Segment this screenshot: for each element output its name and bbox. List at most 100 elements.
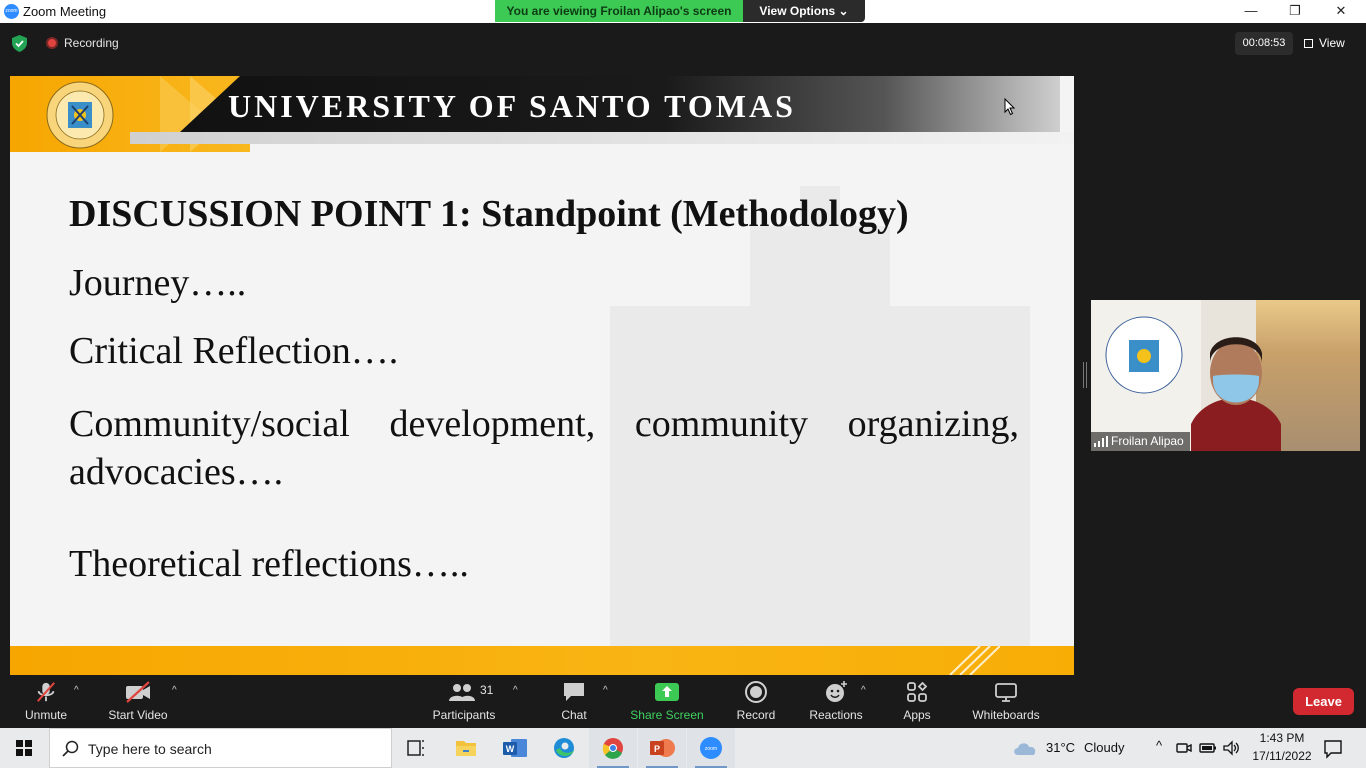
meeting-top-strip: Recording 00:08:53 View [0,23,1366,64]
record-label: Record [736,708,776,722]
slide-header-title: UNIVERSITY OF SANTO TOMAS [228,88,796,124]
view-button-label: View [1319,36,1345,50]
meeting-timer: 00:08:53 [1235,32,1293,55]
search-placeholder: Type here to search [88,741,212,757]
windows-start-icon[interactable] [0,728,48,768]
svg-text:W: W [506,744,515,754]
restore-button[interactable]: ❐ [1272,0,1318,23]
chat-button[interactable]: Chat [548,675,600,728]
share-screen-button[interactable]: Share Screen [628,675,706,728]
powerpoint-app[interactable]: P [638,728,686,768]
zoom-meeting-window: zoom Zoom Meeting You are viewing Froila… [0,0,1366,768]
close-button[interactable]: ✕ [1318,0,1364,23]
share-screen-label: Share Screen [630,708,704,722]
notifications-icon[interactable] [1322,737,1344,759]
muted-microphone-icon [37,682,55,702]
apps-icon [907,681,928,702]
slide-point: Critical Reflection…. [69,330,399,372]
taskbar-search-box[interactable]: Type here to search [49,728,392,768]
whiteboard-icon [995,683,1017,702]
window-title: Zoom Meeting [23,4,107,19]
recording-dot-icon [46,37,58,49]
view-options-button[interactable]: View Options ⌄ [743,0,865,22]
participant-video-tile[interactable]: Froilan Alipao [1091,300,1360,451]
clock-date[interactable]: 17/11/2022 [1250,749,1314,763]
weather-temperature[interactable]: 31°C [1046,740,1075,755]
task-view-icon[interactable] [392,728,440,768]
slide-header-banner: UNIVERSITY OF SANTO TOMAS [10,76,1074,152]
footer-stripes [949,646,1000,675]
video-off-icon [126,681,150,703]
ust-seal-background [1105,316,1183,394]
reactions-smiley-icon [826,681,847,702]
search-icon [62,740,79,757]
ust-seal-logo [46,81,114,149]
apps-label: Apps [903,708,931,722]
slide-heading: DISCUSSION POINT 1: Standpoint (Methodol… [69,193,909,235]
file-explorer-icon[interactable] [442,728,490,768]
start-video-label: Start Video [108,708,168,722]
record-button[interactable]: Record [730,675,782,728]
share-screen-icon [655,683,679,701]
zoom-app[interactable]: zoom [687,728,735,768]
participants-count: 31 [480,683,494,697]
video-options-caret[interactable]: ^ [172,685,177,696]
audio-options-caret[interactable]: ^ [74,685,79,696]
battery-icon[interactable] [1198,738,1218,758]
chrome-icon [602,738,623,759]
apps-button[interactable]: Apps [892,675,942,728]
powerpoint-icon: P [650,739,675,757]
zoom-icon: zoom [700,737,722,759]
chat-options-caret[interactable]: ^ [603,685,608,696]
chrome-app[interactable] [589,728,637,768]
svg-text:P: P [654,744,660,754]
mouse-cursor-icon [1004,98,1016,116]
panel-resize-handle[interactable] [1083,362,1087,388]
participant-avatar [1191,337,1281,451]
whiteboards-label: Whiteboards [972,708,1040,722]
recording-label[interactable]: Recording [64,36,119,50]
slide-point: Journey….. [69,262,247,304]
edge-browser-icon[interactable] [540,728,588,768]
participants-button[interactable]: 31 Participants [428,675,500,728]
word-icon[interactable]: W [491,728,539,768]
grid-view-icon [1304,39,1313,48]
volume-icon[interactable] [1221,738,1241,758]
whiteboards-button[interactable]: Whiteboards [966,675,1046,728]
chat-label: Chat [561,708,587,722]
slide-footer-band [10,646,1074,675]
record-icon [745,681,767,703]
zoom-app-icon: zoom [4,4,19,19]
chat-icon [564,683,584,701]
view-button[interactable]: View [1304,32,1360,55]
leave-button[interactable]: Leave [1293,688,1354,715]
svg-text:zoom: zoom [705,746,717,752]
windows-taskbar: Type here to search W P zoom 31°C Cloudy… [0,728,1366,768]
participant-name-label: Froilan Alipao [1091,432,1190,451]
header-grey-band [130,132,1074,144]
slide-point: Theoretical reflections….. [69,543,469,585]
reactions-options-caret[interactable]: ^ [861,685,866,696]
reactions-button[interactable]: Reactions [806,675,866,728]
encryption-shield-icon[interactable] [12,35,27,52]
participants-options-caret[interactable]: ^ [513,685,518,696]
viewing-screen-banner: You are viewing Froilan Alipao's screen [495,0,743,22]
participant-name: Froilan Alipao [1111,434,1184,448]
slide-point: Community/social development, community … [69,403,1019,493]
unmute-button[interactable]: Unmute [14,675,78,728]
tray-chevron-up-icon[interactable]: ^ [1150,738,1168,753]
reactions-label: Reactions [809,708,863,722]
start-video-button[interactable]: Start Video [104,675,172,728]
shared-screen-slide: UNIVERSITY OF SANTO TOMAS DISCUSSION POI… [10,76,1074,675]
signal-strength-icon [1094,436,1108,447]
weather-description[interactable]: Cloudy [1084,740,1124,755]
participants-label: Participants [432,708,496,722]
title-bar: zoom Zoom Meeting You are viewing Froila… [0,0,1366,23]
minimize-button[interactable]: — [1228,0,1274,23]
clock-time[interactable]: 1:43 PM [1250,731,1314,745]
unmute-label: Unmute [24,708,68,722]
participants-icon [449,684,475,701]
meet-now-icon[interactable] [1174,738,1194,758]
meeting-controls-toolbar: Unmute ^ Start Video ^ 31 Participants ^ [0,675,1366,728]
cloudy-weather-icon[interactable] [1012,737,1040,759]
